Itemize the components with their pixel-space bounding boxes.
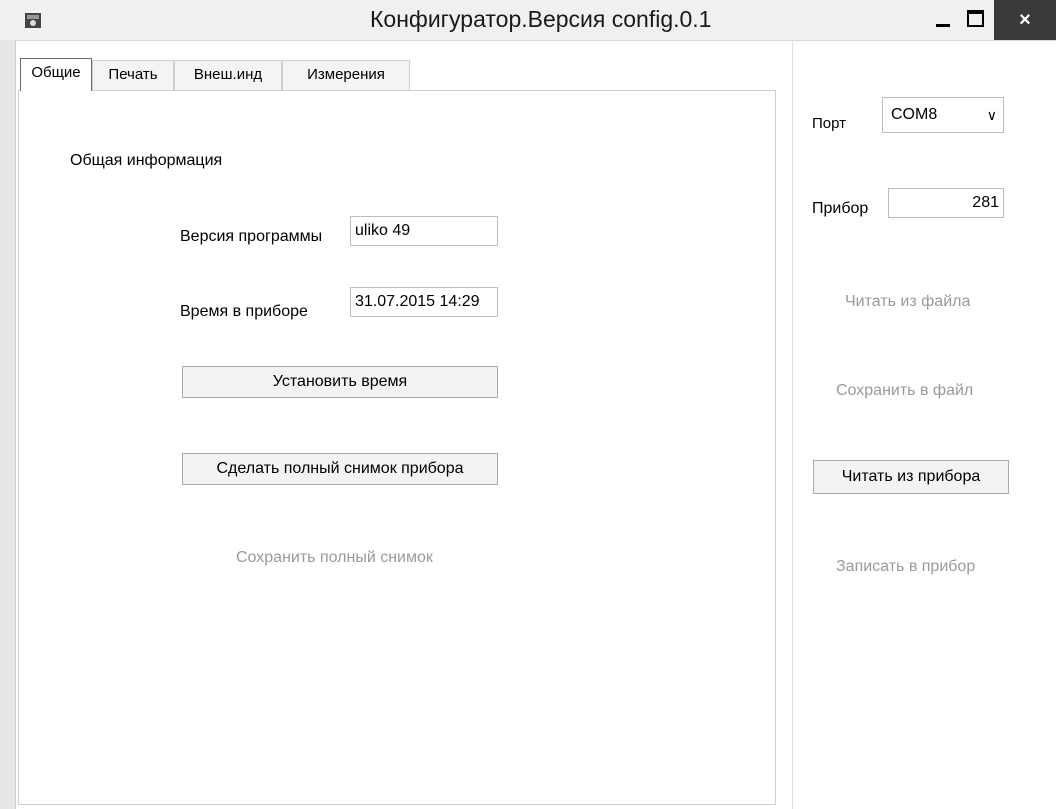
maximize-button[interactable] — [958, 0, 996, 40]
full-snapshot-button[interactable]: Сделать полный снимок прибора — [182, 453, 498, 485]
title-bar[interactable]: Конфигуратор.Версия config.0.1 × — [0, 0, 1056, 41]
app-window: Конфигуратор.Версия config.0.1 × Общие П… — [0, 0, 1056, 809]
window-left-border — [0, 40, 16, 809]
port-select-value: COM8 — [891, 106, 938, 123]
tab-print[interactable]: Печать — [92, 60, 174, 90]
program-version-field[interactable]: uliko 49 — [350, 216, 498, 246]
device-time-field[interactable]: 31.07.2015 14:29 — [350, 287, 498, 317]
tab-external-indicator[interactable]: Внеш.инд — [174, 60, 282, 90]
read-from-file-button[interactable]: Читать из файла — [845, 293, 970, 311]
tab-general[interactable]: Общие — [20, 58, 92, 91]
tab-panel-general — [18, 90, 776, 805]
set-time-button[interactable]: Установить время — [182, 366, 498, 398]
device-time-label: Время в приборе — [180, 303, 308, 320]
port-label: Порт — [812, 115, 847, 132]
program-version-label: Версия программы — [180, 228, 323, 245]
port-select[interactable]: COM8 ∨ — [882, 97, 1004, 133]
save-full-snapshot-link[interactable]: Сохранить полный снимок — [236, 549, 433, 567]
tab-measurements[interactable]: Измерения — [282, 60, 410, 90]
window-title: Конфигуратор.Версия config.0.1 — [370, 6, 712, 32]
app-icon — [23, 10, 43, 30]
write-to-device-button[interactable]: Записать в прибор — [836, 558, 975, 576]
read-from-device-button[interactable]: Читать из прибора — [813, 460, 1009, 494]
device-label: Прибор — [812, 200, 869, 217]
device-number-field[interactable]: 281 — [888, 188, 1004, 218]
close-button[interactable]: × — [994, 0, 1056, 40]
panel-divider — [792, 40, 793, 809]
save-to-file-button[interactable]: Сохранить в файл — [836, 382, 973, 400]
section-title: Общая информация — [70, 152, 223, 169]
chevron-down-icon: ∨ — [986, 107, 997, 123]
